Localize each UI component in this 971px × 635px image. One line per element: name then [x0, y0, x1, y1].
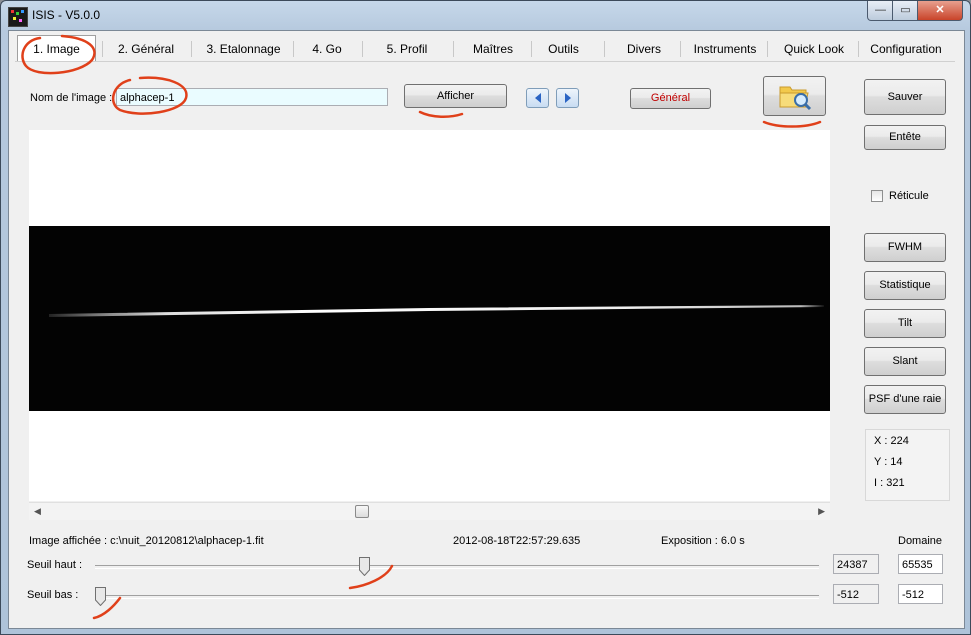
scroll-thumb[interactable] [355, 505, 369, 518]
tab-separator [531, 41, 532, 57]
sauver-button[interactable]: Sauver [864, 79, 946, 115]
arrow-left-icon [535, 93, 541, 103]
seuil-bas-value: -512 [833, 584, 879, 604]
seuil-haut-domaine-input[interactable]: 65535 [898, 554, 943, 574]
image-name-input[interactable]: alphacep-1 [116, 88, 388, 106]
reticule-label: Réticule [889, 190, 929, 202]
x-coordinate: X : 224 [874, 435, 909, 447]
seuil-bas-domaine-input[interactable]: -512 [898, 584, 943, 604]
image-path-label: Image affichée : c:\nuit_20120812\alphac… [29, 535, 264, 547]
close-button[interactable]: ✕ [917, 1, 963, 21]
image-display[interactable] [29, 130, 830, 501]
isis-app-icon [8, 7, 28, 27]
fwhm-button[interactable]: FWHM [864, 233, 946, 262]
spectrum-image[interactable] [29, 226, 830, 411]
tab-separator [293, 41, 294, 57]
seuil-haut-track[interactable] [95, 565, 819, 569]
entete-button[interactable]: Entête [864, 125, 946, 150]
scroll-left-icon[interactable]: ◀ [34, 506, 41, 517]
tab-separator [102, 41, 103, 57]
tab-maitres[interactable]: Maîtres [458, 37, 528, 61]
afficher-button[interactable]: Afficher [404, 84, 507, 108]
minimize-button[interactable]: — [867, 1, 894, 21]
tab-profil[interactable]: 5. Profil [367, 37, 447, 61]
tab-divers[interactable]: Divers [609, 37, 679, 61]
tilt-button[interactable]: Tilt [864, 309, 946, 338]
reticule-checkbox[interactable] [871, 190, 883, 202]
intensity-value: I : 321 [874, 477, 905, 489]
arrow-right-icon [565, 93, 571, 103]
tab-image[interactable]: 1. Image [17, 35, 96, 62]
seuil-haut-value: 24387 [833, 554, 879, 574]
tab-configuration[interactable]: Configuration [863, 37, 949, 61]
spectrum-line [49, 305, 824, 317]
tab-quick-look[interactable]: Quick Look [771, 37, 857, 61]
window-title: ISIS - V5.0.0 [32, 8, 101, 22]
main-panel: 1. Image 2. Général 3. Etalonnage 4. Go … [8, 30, 965, 629]
previous-image-button[interactable] [526, 88, 549, 108]
slant-button[interactable]: Slant [864, 347, 946, 376]
open-file-button[interactable] [763, 76, 826, 116]
general-button[interactable]: Général [630, 88, 711, 109]
tab-separator [362, 41, 363, 57]
y-coordinate: Y : 14 [874, 456, 903, 468]
tab-separator [191, 41, 192, 57]
next-image-button[interactable] [556, 88, 579, 108]
seuil-bas-slider[interactable] [95, 587, 106, 606]
image-datetime: 2012-08-18T22:57:29.635 [453, 535, 581, 547]
tab-separator [858, 41, 859, 57]
seuil-bas-track[interactable] [95, 595, 819, 599]
psf-button[interactable]: PSF d'une raie [864, 385, 946, 414]
tab-outils[interactable]: Outils [536, 37, 591, 61]
tab-underline [15, 61, 955, 62]
maximize-button[interactable]: ▭ [892, 1, 919, 21]
image-horizontal-scrollbar[interactable]: ◀ ▶ [29, 502, 830, 520]
tab-separator [604, 41, 605, 57]
pixel-readout-panel: X : 224 Y : 14 I : 321 [865, 429, 950, 501]
image-name-label: Nom de l'image : [30, 92, 113, 104]
isis-window: ISIS - V5.0.0 — ▭ ✕ 1. Image 2. Général … [0, 0, 971, 635]
exposure-label: Exposition : 6.0 s [661, 535, 745, 547]
tab-etalonnage[interactable]: 3. Etalonnage [196, 37, 291, 61]
folder-search-icon [779, 86, 812, 111]
seuil-bas-label: Seuil bas : [27, 589, 79, 601]
seuil-haut-slider[interactable] [358, 557, 370, 576]
title-bar[interactable]: ISIS - V5.0.0 — ▭ ✕ [1, 1, 970, 29]
statistique-button[interactable]: Statistique [864, 271, 946, 300]
tab-go[interactable]: 4. Go [297, 37, 357, 61]
tab-separator [680, 41, 681, 57]
scroll-right-icon[interactable]: ▶ [818, 506, 825, 517]
tab-bar: 1. Image 2. Général 3. Etalonnage 4. Go … [15, 35, 955, 62]
tab-general[interactable]: 2. Général [106, 37, 186, 61]
tab-instruments[interactable]: Instruments [685, 37, 765, 61]
tab-separator [767, 41, 768, 57]
domaine-label: Domaine [898, 535, 943, 547]
seuil-haut-label: Seuil haut : [27, 559, 83, 571]
tab-separator [453, 41, 454, 57]
